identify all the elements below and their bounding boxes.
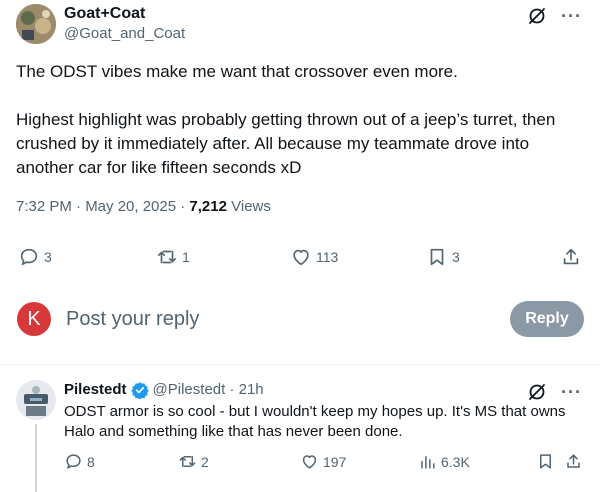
reply-button[interactable]: 8 [64,452,95,471]
like-button[interactable]: 197 [300,452,346,471]
reply-submit-button[interactable]: Reply [510,301,584,337]
reply-count: 8 [87,453,95,470]
tweet-action-bar: 3 1 113 3 [18,246,584,270]
bookmark-button[interactable] [536,452,555,471]
reply-author-handle[interactable]: @Pilestedt · 21h [153,380,264,400]
grok-icon[interactable] [527,382,547,402]
bookmark-count: 3 [452,249,460,265]
tweet-meta: 7:32 PM · May 20, 2025 · 7,212 Views [16,197,271,217]
like-count: 197 [323,453,347,470]
reply-text: ODST armor is so cool - but I wouldn't k… [64,403,566,440]
more-icon[interactable]: ··· [561,383,582,401]
reply-input[interactable]: Post your reply [66,306,199,332]
tweet-text: The ODST vibes make me want that crossov… [16,60,588,180]
bookmark-button[interactable]: 3 [426,246,460,268]
views-count: 6.3K [441,453,470,470]
reply-count: 3 [44,249,52,265]
tweet-paragraph: Highest highlight was probably getting t… [16,110,556,177]
like-count: 113 [316,249,339,265]
repost-icon [179,455,196,468]
views-button[interactable]: 6.3K [418,452,470,471]
like-button[interactable]: 113 [290,246,338,268]
reply-button[interactable]: 3 [18,246,52,268]
reply-action-bar: 8 2 197 6.3K [64,452,588,474]
grok-icon[interactable] [527,6,547,26]
repost-count: 2 [201,453,209,470]
share-button[interactable] [564,452,583,471]
views-label: Views [226,198,271,215]
author-name[interactable]: Goat+Coat [64,4,185,24]
bookmark-icon [430,248,444,266]
author-avatar[interactable] [16,4,56,44]
author-handle[interactable]: @Goat_and_Coat [64,24,185,44]
reply-icon [66,454,81,469]
tweet-paragraph: The ODST vibes make me want that crossov… [16,62,458,81]
heart-icon [293,249,309,266]
tweet-time[interactable]: 7:32 PM · May 20, 2025 · [16,198,189,215]
bookmark-icon [539,454,552,469]
composer-avatar: K [17,302,51,336]
share-icon [563,248,579,265]
thread-line [35,424,37,492]
repost-icon [157,250,177,264]
more-icon[interactable]: ··· [561,7,582,25]
verified-badge-icon [130,382,149,399]
repost-button[interactable]: 1 [156,246,190,268]
repost-button[interactable]: 2 [178,452,209,471]
views-count: 7,212 [189,198,227,215]
reply-icon [20,248,38,266]
divider [0,364,600,365]
share-button[interactable] [560,246,582,268]
repost-count: 1 [182,249,190,265]
share-icon [567,454,580,468]
heart-icon [302,455,317,469]
reply-author-avatar[interactable] [16,380,56,420]
views-icon [421,455,435,469]
reply-author-name[interactable]: Pilestedt [64,380,127,400]
